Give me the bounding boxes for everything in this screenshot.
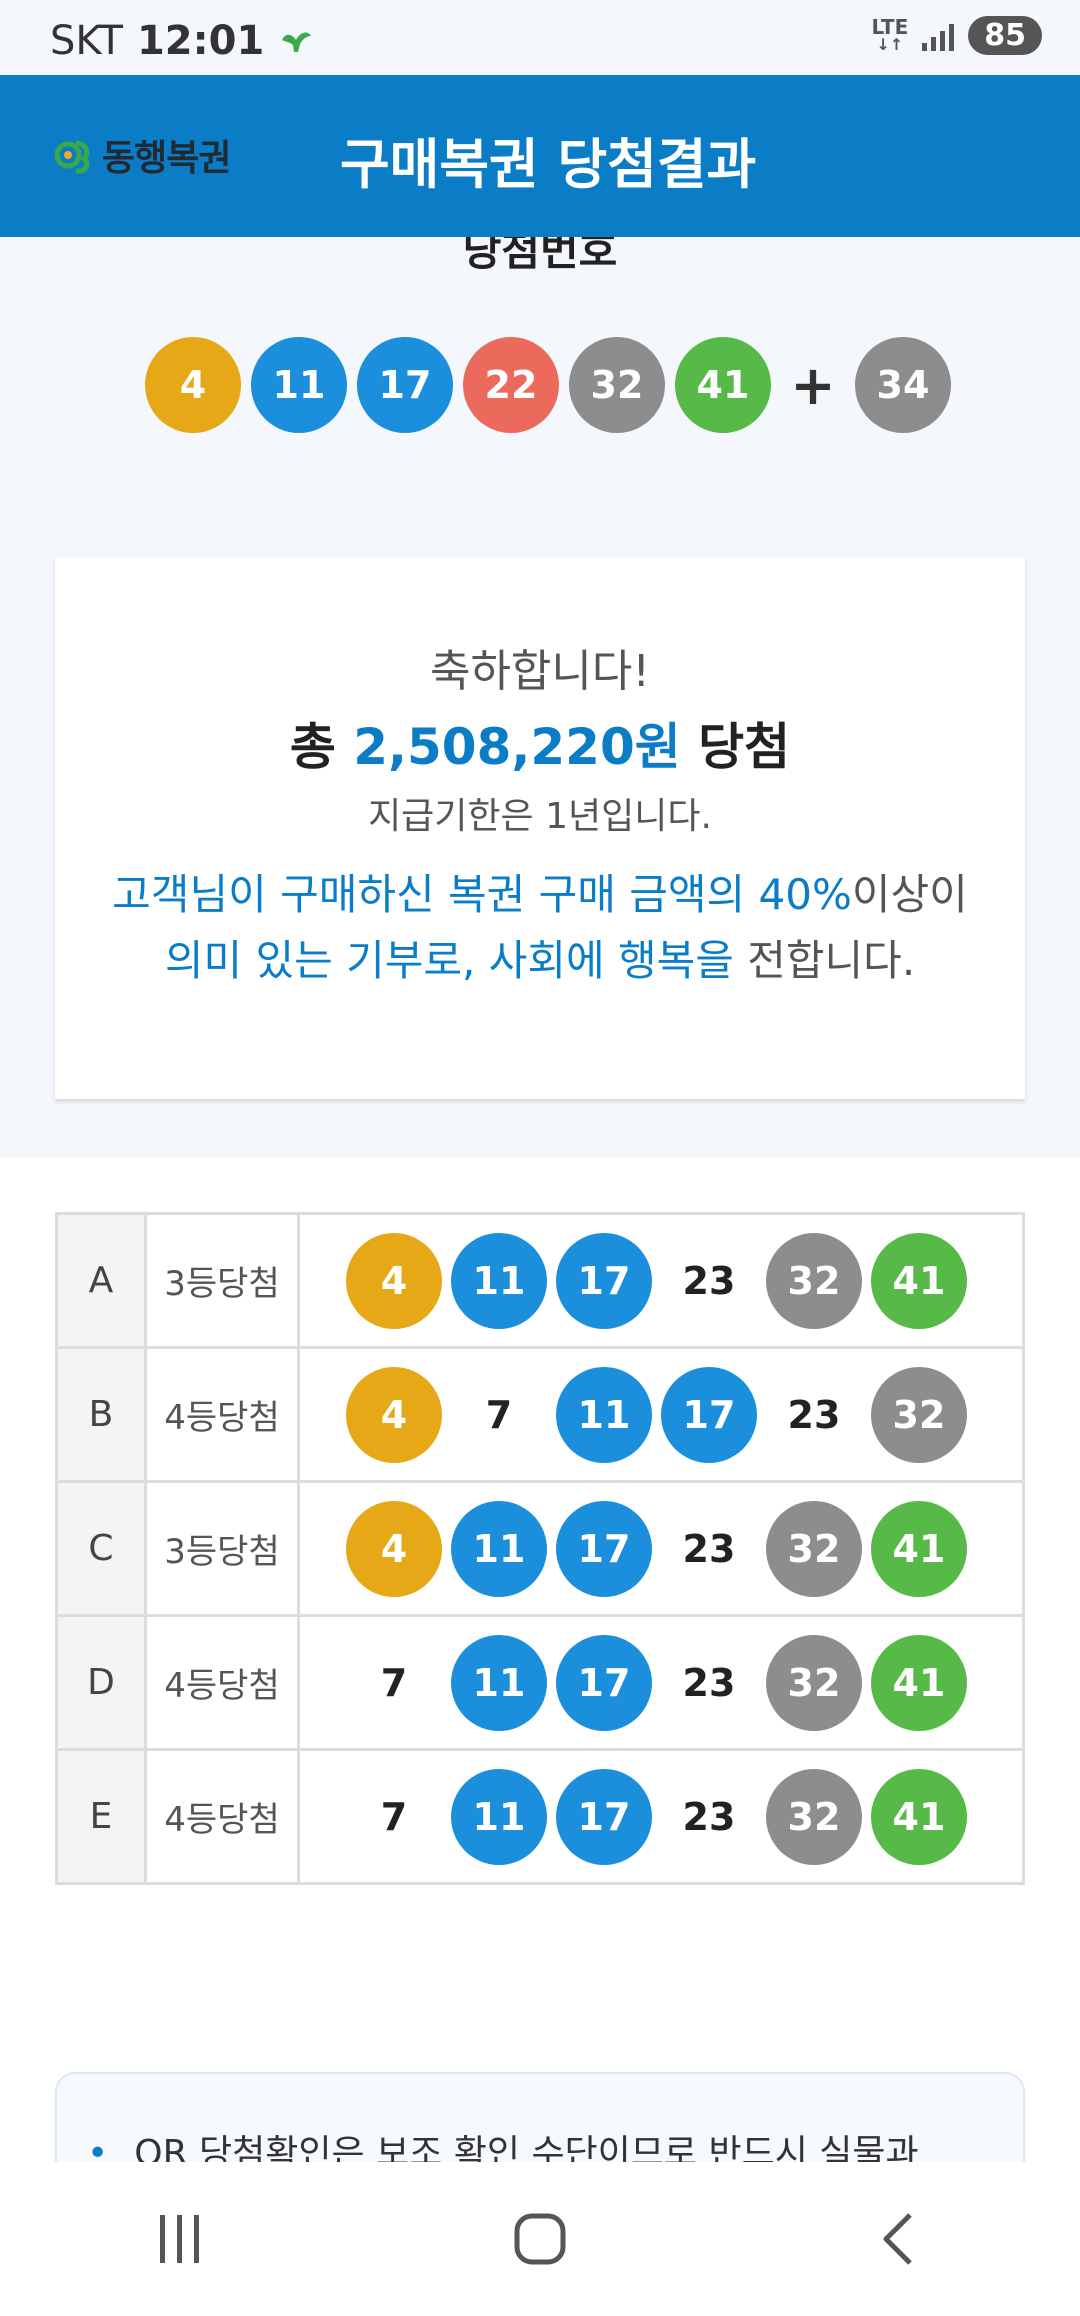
logo-icon — [54, 140, 90, 174]
prize-amount: 2,508,220원 — [353, 718, 681, 776]
logo-text: 동행복권 — [102, 138, 231, 179]
battery-badge: 85 — [968, 16, 1042, 55]
row-numbers: 4 11 17 23 32 41 — [297, 1480, 1025, 1617]
row-rank: 3등당첨 — [144, 1480, 300, 1617]
result-ball: 11 — [556, 1366, 652, 1463]
result-row: A 3등당첨 4 11 17 23 32 41 — [55, 1212, 1025, 1349]
notice-box: • QR 당첨확인은 보조 확인 수단이므로 반드시 실물과 — [55, 2072, 1025, 2162]
row-letter: D — [55, 1614, 147, 1751]
row-letter: A — [55, 1212, 147, 1349]
results-table: A 3등당첨 4 11 17 23 32 41 B 4등당첨 4 7 11 17 23 32 C 3등당첨 4 11 1… — [55, 1212, 1025, 1885]
result-ball: 4 — [346, 1232, 442, 1329]
donation-message: 고객님이 구매하신 복권 구매 금액의 40%이상이 의미 있는 기부로, 사회… — [112, 870, 968, 985]
network-type: LTE ↓↑ — [871, 14, 909, 54]
winning-section: 당첨번호 4 11 17 22 32 41 + 34 축하합니다! 총 2,50… — [0, 237, 1080, 1157]
back-button[interactable] — [840, 2199, 960, 2279]
result-ball: 17 — [556, 1768, 652, 1865]
result-ball: 32 — [871, 1366, 967, 1463]
recent-apps-button[interactable] — [120, 2199, 240, 2279]
recent-apps-icon — [160, 2215, 199, 2263]
result-ball: 23 — [682, 1794, 736, 1839]
row-letter: C — [55, 1480, 147, 1617]
result-ball: 11 — [451, 1500, 547, 1597]
winning-ball: 22 — [463, 337, 559, 433]
home-button[interactable] — [480, 2199, 600, 2279]
notice-text: • QR 당첨확인은 보조 확인 수단이므로 반드시 실물과 — [87, 2133, 919, 2162]
plus-sign: + — [790, 353, 836, 417]
result-ball: 23 — [682, 1258, 736, 1303]
row-rank: 3등당첨 — [144, 1212, 300, 1349]
result-ball: 41 — [871, 1768, 967, 1865]
row-rank: 4등당첨 — [144, 1346, 300, 1483]
logo[interactable]: 동행복권 — [52, 129, 231, 181]
clock: 12:01 — [136, 18, 265, 64]
result-ball: 17 — [556, 1232, 652, 1329]
result-ball: 4 — [346, 1366, 442, 1463]
result-ball: 4 — [346, 1500, 442, 1597]
home-icon — [514, 2213, 566, 2265]
result-ball: 32 — [766, 1500, 862, 1597]
winning-ball: 32 — [569, 337, 665, 433]
payment-deadline: 지급기한은 1년입니다. — [368, 796, 712, 837]
back-icon — [883, 2213, 912, 2265]
result-row: E 4등당첨 7 11 17 23 32 41 — [55, 1748, 1025, 1885]
winning-ball: 11 — [251, 337, 347, 433]
row-numbers: 7 11 17 23 32 41 — [297, 1748, 1025, 1885]
result-ball: 41 — [871, 1500, 967, 1597]
status-right: LTE ↓↑ 85 — [871, 14, 1042, 55]
result-ball: 7 — [380, 1794, 408, 1839]
result-ball: 7 — [380, 1660, 408, 1705]
result-row: C 3등당첨 4 11 17 23 32 41 — [55, 1480, 1025, 1617]
congrats-text: 축하합니다! — [429, 646, 651, 697]
app-bar: 동행복권 구매복권 당첨결과 — [0, 75, 1080, 237]
carrier: SKT — [50, 18, 123, 64]
result-ball: 23 — [682, 1660, 736, 1705]
result-ball: 23 — [787, 1392, 841, 1437]
scroll-content[interactable]: 당첨번호 4 11 17 22 32 41 + 34 축하합니다! 총 2,50… — [0, 237, 1080, 2162]
result-ball: 41 — [871, 1634, 967, 1731]
row-letter: B — [55, 1346, 147, 1483]
result-ball: 17 — [661, 1366, 757, 1463]
row-rank: 4등당첨 — [144, 1614, 300, 1751]
page-title: 구매복권 당첨결과 — [340, 133, 757, 196]
result-row: D 4등당첨 7 11 17 23 32 41 — [55, 1614, 1025, 1751]
winning-numbers-label: 당첨번호 — [462, 237, 618, 275]
winning-numbers: 4 11 17 22 32 41 + 34 — [145, 337, 951, 433]
row-letter: E — [55, 1748, 147, 1885]
row-numbers: 4 11 17 23 32 41 — [297, 1212, 1025, 1349]
result-ball: 11 — [451, 1232, 547, 1329]
result-ball: 17 — [556, 1500, 652, 1597]
prize-summary-card: 축하합니다! 총 2,508,220원 당첨 지급기한은 1년입니다. 고객님이… — [55, 557, 1025, 1099]
winning-ball: 41 — [675, 337, 771, 433]
row-numbers: 4 7 11 17 23 32 — [297, 1346, 1025, 1483]
result-ball: 41 — [871, 1232, 967, 1329]
row-rank: 4등당첨 — [144, 1748, 300, 1885]
result-ball: 11 — [451, 1768, 547, 1865]
row-numbers: 7 11 17 23 32 41 — [297, 1614, 1025, 1751]
winning-ball: 17 — [357, 337, 453, 433]
total-prize: 총 2,508,220원 당첨 — [289, 718, 791, 776]
result-ball: 32 — [766, 1634, 862, 1731]
bird-notification-icon — [282, 32, 312, 52]
winning-ball: 4 — [145, 337, 241, 433]
status-left: SKT 12:01 — [50, 18, 314, 64]
result-ball: 17 — [556, 1634, 652, 1731]
status-bar: SKT 12:01 LTE ↓↑ 85 — [0, 0, 1080, 75]
result-ball: 32 — [766, 1232, 862, 1329]
result-ball: 7 — [485, 1392, 513, 1437]
result-ball: 11 — [451, 1634, 547, 1731]
result-row: B 4등당첨 4 7 11 17 23 32 — [55, 1346, 1025, 1483]
result-ball: 32 — [766, 1768, 862, 1865]
bonus-ball: 34 — [855, 337, 951, 433]
system-nav-bar — [0, 2162, 1080, 2316]
signal-icon — [922, 21, 955, 51]
result-ball: 23 — [682, 1526, 736, 1571]
